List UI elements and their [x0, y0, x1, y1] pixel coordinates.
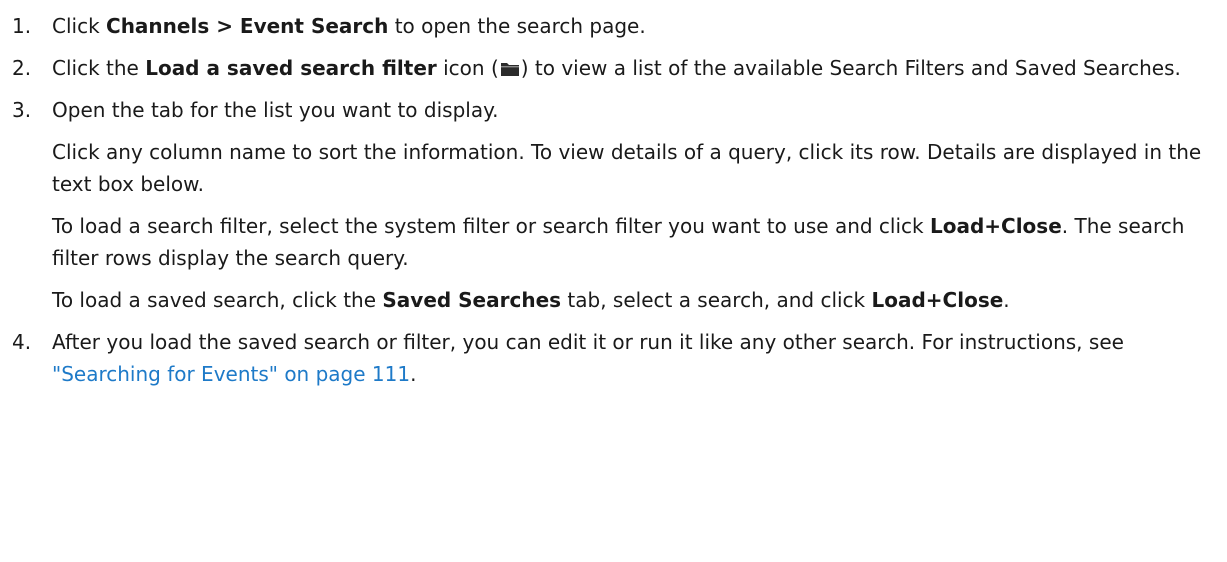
step-item: 3. Open the tab for the list you want to … [0, 94, 1227, 316]
ui-term: Channels > Event Search [106, 14, 389, 38]
step-paragraph: To load a search filter, select the syst… [52, 210, 1227, 274]
step-text: . [1003, 288, 1010, 312]
step-number: 2. [12, 56, 32, 80]
step-text: ) to view a list of the available Search… [520, 56, 1181, 80]
step-text: to open the search page. [388, 14, 646, 38]
ui-term: Load+Close [871, 288, 1004, 312]
cross-reference-link[interactable]: "Searching for Events" on page 111 [52, 362, 410, 386]
step-item: 2. Click the Load a saved search filter i… [0, 52, 1227, 84]
step-paragraph: Click any column name to sort the inform… [52, 136, 1227, 200]
step-text: tab, select a search, and click [561, 288, 872, 312]
step-text: Click any column name to sort the inform… [52, 140, 1202, 196]
step-body: Click Channels > Event Search to open th… [52, 10, 1227, 42]
step-item: 4. After you load the saved search or fil… [0, 326, 1227, 390]
step-paragraph: Open the tab for the list you want to di… [52, 94, 1227, 126]
step-body: Click the Load a saved search filter ico… [52, 52, 1227, 84]
step-paragraph: To load a saved search, click the Saved … [52, 284, 1227, 316]
step-text: Click [52, 14, 107, 38]
ui-term: Load+Close [929, 214, 1062, 238]
step-text: To load a saved search, click the [52, 288, 383, 312]
step-body: After you load the saved search or filte… [52, 326, 1227, 390]
step-item: 1. Click Channels > Event Search to open … [0, 10, 1227, 42]
step-number: 1. [12, 14, 32, 38]
step-text: Open the tab for the list you want to di… [52, 98, 499, 122]
document-page: 1. Click Channels > Event Search to open … [0, 0, 1227, 562]
ui-term: Load a saved search filter [145, 56, 437, 80]
ui-term: Saved Searches [382, 288, 562, 312]
step-number: 4. [12, 330, 32, 354]
step-text: To load a search filter, select the syst… [52, 214, 930, 238]
step-text: After you load the saved search or filte… [52, 330, 1124, 354]
procedure-steps: 1. Click Channels > Event Search to open … [0, 10, 1227, 390]
step-text: . [410, 362, 417, 386]
folder-icon [500, 61, 520, 77]
step-number: 3. [12, 98, 32, 122]
step-text: Click the [52, 56, 146, 80]
step-text: icon ( [436, 56, 499, 80]
